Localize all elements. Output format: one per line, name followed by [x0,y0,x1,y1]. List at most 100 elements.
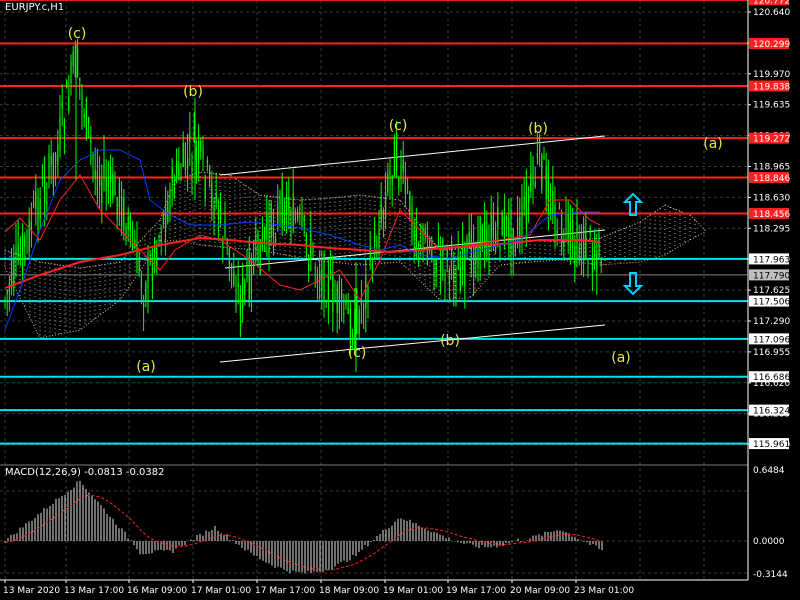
candle-body [497,206,499,228]
candle-body [50,156,52,166]
chart-window[interactable]: (c)(b)(a)(c)(b)(a)(c)(b)(a) 120.640120.3… [0,0,800,600]
candle-body [66,81,68,89]
candle-body [387,173,389,193]
wave-label[interactable]: (c) [389,118,408,134]
level-price-label: 117.506 [753,298,790,308]
candle-body [534,181,536,188]
wave-label[interactable]: (a) [703,136,723,152]
candle-body [437,239,439,246]
candle-body [116,197,118,220]
candle-body [125,225,127,242]
candle-body [68,96,70,111]
candle-body [385,192,387,219]
candle-body [187,157,189,170]
candle-body [525,192,527,228]
candle-body [539,137,541,154]
candle-body [391,175,393,186]
candle-body [217,210,219,220]
candle-body [297,212,299,219]
macd-scale-label: 0.6484 [753,466,785,476]
macd-label: MACD(12,26,9) -0.0813 -0.0382 [5,467,165,478]
candle-body [231,263,233,269]
candle-body [308,264,310,270]
candle-body [569,222,571,242]
candle-body [574,246,576,265]
candle-body [552,190,554,213]
wave-label[interactable]: (c) [348,345,367,361]
time-label: 17 Mar 01:00 [191,586,251,596]
candle-body [378,230,380,248]
wave-label[interactable]: (c) [68,26,87,42]
candle-body [37,198,39,231]
candle-body [220,202,222,223]
candle-body [283,217,285,226]
wave-label[interactable]: (b) [440,333,460,349]
candle-body [275,238,277,243]
level-price-label: 116.324 [753,407,790,417]
time-label: 13 Mar 2020 [3,586,60,596]
candle-body [402,160,404,172]
candle-body [235,298,237,308]
candle-body [572,219,574,239]
candle-body [33,201,35,207]
wave-label[interactable]: (b) [183,84,203,100]
candle-body [521,203,523,235]
candle-body [48,153,50,180]
candle-body [558,206,560,209]
candle-body [470,230,472,273]
candle-body [178,161,180,176]
candle-body [215,192,217,204]
candle-body [224,220,226,238]
candle-body [35,191,37,210]
candle-body [8,283,10,293]
candle-body [541,155,543,190]
candle-body [79,77,81,81]
candle-body [550,207,552,214]
candle-body [173,187,175,198]
candle-body [123,197,125,231]
candle-body [90,139,92,143]
candle-body [554,203,556,235]
wave-label[interactable]: (b) [528,121,548,137]
candle-body [349,309,351,345]
candle-body [167,201,169,223]
candle-body [61,101,63,109]
candle-body [466,238,468,246]
candle-body [204,176,206,198]
candle-body [246,262,248,277]
candle-body [99,175,101,186]
candle-body [536,153,538,158]
candle-body [594,252,596,257]
candle-body [292,193,294,231]
candle-body [255,236,257,243]
candle-body [598,234,600,258]
candle-body [420,245,422,249]
candle-body [15,246,17,254]
candle-body [578,246,580,260]
candle-body [288,197,290,211]
candle-body [543,154,545,159]
candle-body [154,240,156,256]
candle-body [4,299,6,304]
candle-body [198,141,200,164]
candle-body [24,236,26,247]
candle-body [96,170,98,197]
time-label: 19 Mar 01:00 [383,586,443,596]
price-scale-label: 119.970 [753,70,790,80]
candle-body [506,215,508,220]
candle-body [508,218,510,246]
candle-body [92,154,94,160]
candle-body [589,228,591,234]
candle-body [55,154,57,162]
candle-body [143,304,145,308]
candle-body [440,259,442,273]
candle-body [72,51,74,67]
price-scale-label: 119.635 [753,101,790,111]
candle-body [565,216,567,219]
candle-body [22,234,24,276]
wave-label[interactable]: (a) [611,350,631,366]
time-label: 23 Mar 01:00 [574,586,634,596]
candle-body [114,179,116,196]
wave-label[interactable]: (a) [136,359,156,375]
candle-body [59,117,61,151]
